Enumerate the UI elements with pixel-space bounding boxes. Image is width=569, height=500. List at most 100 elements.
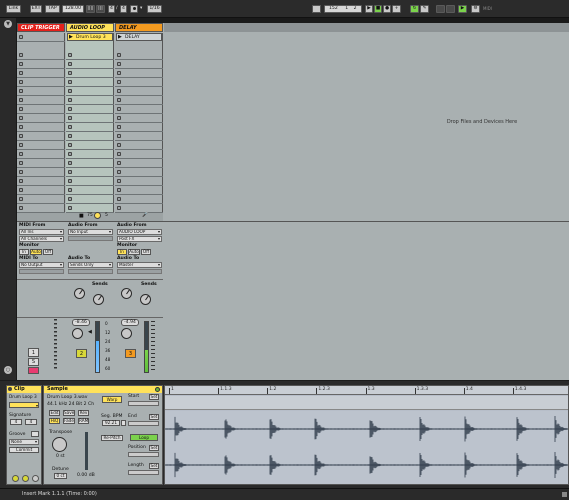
slot-stop-icon[interactable]	[117, 143, 121, 147]
punch-out-button[interactable]	[446, 5, 455, 13]
slot-stop-icon[interactable]	[19, 134, 23, 138]
clip-slot[interactable]	[115, 105, 163, 114]
clip-slot[interactable]	[17, 123, 65, 132]
track-activator-button[interactable]: 1	[28, 348, 39, 357]
clip-slot[interactable]	[17, 78, 65, 87]
clip-slot[interactable]	[17, 87, 65, 96]
slot-stop-icon[interactable]	[117, 152, 121, 156]
slot-stop-icon[interactable]	[68, 134, 72, 138]
slot-stop-icon[interactable]	[68, 152, 72, 156]
clip-slot[interactable]	[66, 204, 114, 213]
io-toggle-icon[interactable]: ○	[4, 366, 12, 374]
track-header-audio-loop[interactable]: AUDIO LOOP	[66, 23, 114, 32]
slot-stop-icon[interactable]	[117, 62, 121, 66]
metronome-dropdown[interactable]: ▾	[140, 6, 142, 12]
slot-stop-icon[interactable]	[68, 161, 72, 165]
clip-play-icon[interactable]: ▶	[69, 34, 73, 41]
slot-stop-icon[interactable]	[19, 107, 23, 111]
metronome-button[interactable]	[130, 5, 138, 13]
slot-stop-icon[interactable]	[117, 80, 121, 84]
clip-slot[interactable]	[115, 51, 163, 60]
clip-color-select[interactable]: ▾	[9, 402, 39, 408]
slot-stop-icon[interactable]	[68, 71, 72, 75]
slot-stop-icon[interactable]	[117, 188, 121, 192]
groove-select[interactable]: None	[9, 439, 39, 445]
slot-stop-icon[interactable]	[117, 134, 121, 138]
clip-slot[interactable]	[66, 186, 114, 195]
volume-field[interactable]: -8.46	[72, 319, 90, 326]
groove-icon[interactable]	[31, 431, 39, 437]
slot-stop-icon[interactable]	[117, 197, 121, 201]
monitor-auto-button[interactable]: Auto	[128, 249, 140, 255]
nudge-down-button[interactable]: ||||	[86, 5, 95, 13]
clip-slot[interactable]	[17, 186, 65, 195]
reverse-button[interactable]: Rev	[78, 410, 89, 416]
clip-drum-loop-3[interactable]: ▶ Drum Loop 3	[67, 33, 113, 41]
slot-stop-icon[interactable]	[68, 143, 72, 147]
clip-slot[interactable]	[115, 69, 163, 78]
clip-slot[interactable]	[17, 204, 65, 213]
clip-play-icon[interactable]: ▶	[118, 34, 122, 41]
clip-slot[interactable]	[17, 33, 65, 42]
clip-slot[interactable]	[17, 105, 65, 114]
arrangement-position[interactable]: 152 1 2	[324, 5, 362, 13]
clip-slot[interactable]	[66, 141, 114, 150]
length-field[interactable]	[128, 470, 159, 475]
clip-slot[interactable]	[17, 69, 65, 78]
midi-to-select[interactable]: No Output	[19, 262, 64, 268]
solo-button[interactable]: S	[28, 358, 39, 366]
slot-stop-icon[interactable]	[19, 98, 23, 102]
slot-stop-icon[interactable]	[117, 89, 121, 93]
fade-button[interactable]: Fade	[63, 418, 75, 424]
gain-slider[interactable]	[85, 432, 88, 470]
warp-button[interactable]: Warp	[102, 396, 122, 403]
start-set-button[interactable]: Set	[149, 394, 159, 400]
clip-slot[interactable]	[17, 195, 65, 204]
slot-stop-icon[interactable]	[19, 80, 23, 84]
clip-slot[interactable]	[66, 132, 114, 141]
slot-stop-icon[interactable]	[19, 188, 23, 192]
clip-slot[interactable]	[66, 69, 114, 78]
record-button[interactable]: ●	[383, 5, 391, 13]
slot-stop-icon[interactable]	[68, 107, 72, 111]
clip-slot[interactable]	[66, 105, 114, 114]
clip-slot[interactable]	[66, 177, 114, 186]
overdub-button[interactable]: +	[392, 5, 401, 13]
clip-slot[interactable]	[17, 60, 65, 69]
start-field[interactable]	[128, 401, 159, 406]
slot-stop-icon[interactable]	[19, 179, 23, 183]
clip-slot[interactable]	[115, 96, 163, 105]
volume-field[interactable]: -4.94	[121, 319, 139, 326]
back-to-arrangement-button[interactable]: ▶	[458, 5, 467, 13]
slot-stop-icon[interactable]	[68, 179, 72, 183]
clip-slot[interactable]	[17, 168, 65, 177]
slot-stop-icon[interactable]	[117, 170, 121, 174]
clip-activator-icon[interactable]	[8, 387, 12, 391]
clip-slot[interactable]	[115, 204, 163, 213]
slot-stop-icon[interactable]	[19, 53, 23, 57]
monitor-auto-button[interactable]: Auto	[30, 249, 42, 255]
clip-slot[interactable]	[115, 78, 163, 87]
hiq-button[interactable]: HiQ	[49, 418, 60, 424]
fader-marker-icon[interactable]: ◀	[88, 329, 92, 335]
play-button[interactable]: ▶	[365, 5, 373, 13]
clip-slot[interactable]	[66, 159, 114, 168]
slot-stop-icon[interactable]	[19, 125, 23, 129]
sample-toggle-icon[interactable]	[155, 387, 160, 392]
track-fold-icon[interactable]: ■	[79, 213, 84, 219]
clip-slot[interactable]	[66, 60, 114, 69]
clip-slot[interactable]	[66, 114, 114, 123]
clip-slot[interactable]	[115, 159, 163, 168]
end-set-button[interactable]: Set	[149, 414, 159, 420]
slot-stop-icon[interactable]	[117, 71, 121, 75]
clip-slot[interactable]	[66, 168, 114, 177]
send-b-knob[interactable]	[93, 294, 104, 305]
clip-slot[interactable]	[66, 195, 114, 204]
audio-to-select[interactable]: Sends Only	[68, 262, 113, 268]
midi-from-select[interactable]: All Ins	[19, 229, 64, 235]
launch-icon[interactable]	[12, 475, 19, 482]
draw-mode-button[interactable]: ✎	[420, 5, 429, 13]
clip-slot[interactable]	[115, 168, 163, 177]
slot-stop-icon[interactable]	[19, 89, 23, 93]
pan-knob[interactable]	[121, 328, 132, 339]
